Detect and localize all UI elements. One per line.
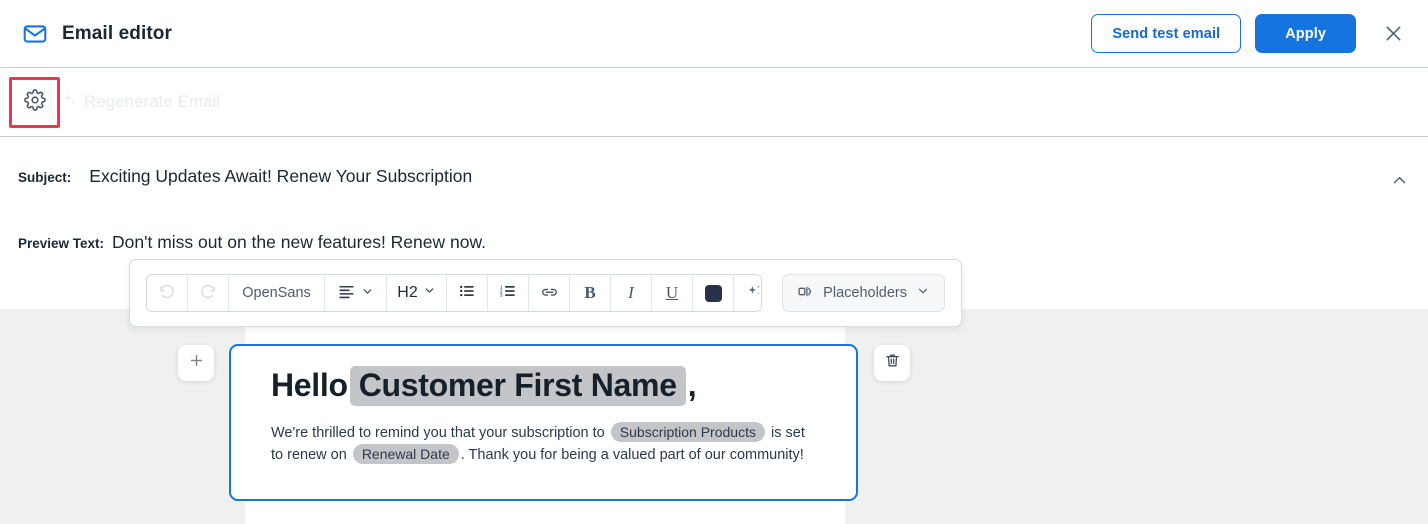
placeholder-subscription-products[interactable]: Subscription Products	[610, 421, 765, 442]
regenerate-email-button[interactable]: Regenerate Email	[62, 92, 220, 112]
color-swatch-icon	[704, 284, 722, 302]
numbered-list-icon: 1 2 3	[499, 282, 517, 304]
text-color-button[interactable]	[693, 275, 734, 311]
undo-button[interactable]	[147, 275, 188, 311]
email-editor-app: Email editor Send test email Apply Regen…	[0, 0, 1428, 524]
placeholder-renewal-date[interactable]: Renewal Date	[352, 443, 459, 464]
font-family-select[interactable]: OpenSans	[229, 275, 325, 311]
insert-link-button[interactable]	[529, 275, 570, 311]
block-body[interactable]: We're thrilled to remind you that your s…	[271, 421, 816, 466]
chevron-down-icon	[916, 284, 930, 302]
add-block-button[interactable]	[178, 345, 214, 381]
preview-text-row: Preview Text: Don't miss out on the new …	[0, 232, 1428, 260]
plus-icon	[188, 352, 205, 374]
svg-text:3: 3	[500, 293, 503, 299]
chevron-down-icon	[361, 285, 374, 302]
heading-suffix: ,	[687, 367, 697, 403]
header-actions: Send test email Apply	[1091, 14, 1428, 53]
link-icon	[540, 282, 559, 305]
placeholders-dropdown[interactable]: Placeholders	[782, 274, 945, 312]
regenerate-email-label: Regenerate Email	[84, 92, 221, 111]
block-heading[interactable]: Hello Customer First Name ,	[271, 366, 816, 406]
sparkle-icon	[62, 92, 77, 112]
align-left-icon	[337, 282, 356, 305]
app-header: Email editor Send test email Apply	[0, 0, 1428, 68]
header-branding: Email editor	[0, 21, 172, 47]
undo-icon	[158, 282, 176, 304]
numbered-list-button[interactable]: 1 2 3	[488, 275, 529, 311]
bulleted-list-icon	[458, 282, 476, 304]
bulleted-list-button[interactable]	[447, 275, 488, 311]
body-part-3: . Thank you for being a valued part of o…	[460, 446, 804, 463]
text-align-select[interactable]	[325, 275, 387, 311]
heading-level-select[interactable]: H2	[387, 275, 447, 311]
email-content-block[interactable]: Hello Customer First Name , We're thrill…	[229, 344, 858, 501]
bold-button[interactable]: B	[570, 275, 611, 311]
preview-text-value[interactable]: Don't miss out on the new features! Rene…	[112, 232, 486, 253]
ai-assist-button[interactable]	[734, 275, 762, 311]
sparkle-icon	[746, 282, 762, 304]
preview-text-label: Preview Text:	[18, 236, 105, 251]
settings-gear-button[interactable]	[9, 77, 60, 128]
chevron-down-icon	[423, 284, 436, 302]
placeholders-label: Placeholders	[823, 285, 907, 301]
redo-button[interactable]	[188, 275, 229, 311]
close-icon[interactable]	[1376, 17, 1410, 51]
heading-level-label: H2	[397, 284, 418, 301]
page-title: Email editor	[62, 22, 172, 44]
subject-value[interactable]: Exciting Updates Await! Renew Your Subsc…	[89, 166, 472, 187]
subject-label: Subject:	[18, 170, 72, 185]
delete-block-button[interactable]	[874, 345, 910, 381]
body-part-1: We're thrilled to remind you that your s…	[271, 424, 605, 441]
trash-icon	[884, 352, 901, 374]
apply-button[interactable]: Apply	[1255, 14, 1356, 53]
send-test-email-button[interactable]: Send test email	[1091, 14, 1242, 53]
redo-icon	[199, 282, 217, 304]
formatting-toolbar: OpenSans H2 1 2 3 B I U Placeholders	[129, 259, 962, 327]
gear-icon	[23, 89, 46, 116]
formatting-button-group: OpenSans H2 1 2 3 B I U	[146, 274, 763, 312]
subject-row: Subject: Exciting Updates Await! Renew Y…	[0, 166, 1428, 194]
placeholder-customer-first-name[interactable]: Customer First Name	[349, 366, 686, 406]
mail-icon	[22, 21, 48, 47]
underline-button[interactable]: U	[652, 275, 693, 311]
heading-prefix: Hello	[271, 367, 348, 403]
chevron-up-icon[interactable]	[1391, 172, 1408, 194]
italic-button[interactable]: I	[611, 275, 652, 311]
placeholder-icon	[797, 283, 814, 304]
